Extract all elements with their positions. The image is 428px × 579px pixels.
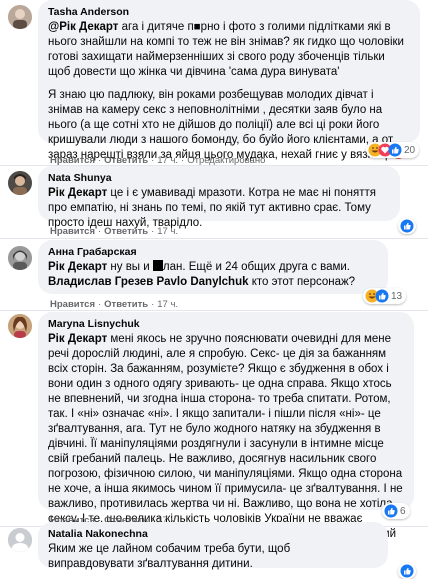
avatar[interactable] xyxy=(8,314,32,338)
divider xyxy=(0,238,428,239)
comment-bubble: Анна Грабарская Рік Декарт ну вы и лан. … xyxy=(38,240,388,294)
comment-author[interactable]: Анна Грабарская xyxy=(48,245,378,259)
like-button[interactable]: Нравится xyxy=(50,226,95,237)
reaction-summary[interactable]: 13 xyxy=(363,288,407,304)
comment-text: Рік Декарт це і є умавиваді мразоти. Кот… xyxy=(48,187,376,229)
like-icon xyxy=(375,289,389,303)
comment-bubble: Nata Shunya Рік Декарт це і є умавиваді … xyxy=(38,166,400,229)
avatar-photo-icon xyxy=(8,314,32,338)
comment-actions: Нравится · Ответить · 17 ч. xyxy=(50,226,179,237)
like-icon xyxy=(400,564,414,578)
avatar-photo-icon xyxy=(8,5,32,29)
avatar[interactable] xyxy=(8,171,32,195)
like-icon xyxy=(384,504,398,518)
reaction-summary[interactable]: 6 xyxy=(382,503,410,519)
mention-link[interactable]: Владислав Грезев Pavlo Danylchuk xyxy=(48,276,249,288)
comment-bubble: Natalia Nakonechna Яким же це лайном соб… xyxy=(38,522,388,570)
comment-bubble: Maryna Lisnychuk Рік Декарт мені якось н… xyxy=(38,312,414,555)
reply-button[interactable]: Ответить xyxy=(104,226,148,237)
avatar[interactable] xyxy=(8,246,32,270)
mention-link[interactable]: Рік Декарт xyxy=(48,333,107,345)
mention-link[interactable]: Рік Декарт xyxy=(48,261,107,273)
default-avatar-icon xyxy=(8,528,32,552)
redacted-word xyxy=(152,260,163,271)
comment-bubble: Tasha Anderson @Рік Декарт ага і дитяче … xyxy=(38,0,420,161)
mention-link[interactable]: @Рік Декарт xyxy=(48,21,118,33)
reaction-count: 13 xyxy=(391,290,403,302)
reaction-summary[interactable] xyxy=(398,563,416,579)
comment-author[interactable]: Natalia Nakonechna xyxy=(48,527,378,541)
comment-author[interactable]: Tasha Anderson xyxy=(48,5,410,19)
mention-link[interactable]: Рік Декарт xyxy=(48,187,107,199)
avatar[interactable] xyxy=(8,5,32,29)
comment-author[interactable]: Maryna Lisnychuk xyxy=(48,317,404,331)
reply-button[interactable]: Ответить xyxy=(104,299,148,310)
comment-text: Рік Декарт ну вы и лан. Ещё и 24 общих д… xyxy=(48,260,356,288)
reaction-summary[interactable]: 20 xyxy=(366,142,420,158)
comment-time[interactable]: 17 ч. xyxy=(157,299,178,310)
comment-time[interactable]: 17 ч. xyxy=(157,226,178,237)
divider xyxy=(0,310,428,311)
like-button[interactable]: Нравится xyxy=(50,299,95,310)
reaction-count: 20 xyxy=(404,144,416,156)
comment-text: @Рік Декарт ага і дитяче п■рно і фото з … xyxy=(48,21,404,161)
like-icon xyxy=(400,219,414,233)
comment-text: Яким же це лайном собачим треба бути, що… xyxy=(48,543,291,570)
reaction-summary[interactable] xyxy=(398,218,416,234)
comment-author[interactable]: Nata Shunya xyxy=(48,171,390,185)
avatar-photo-icon xyxy=(8,246,32,270)
avatar[interactable] xyxy=(8,528,32,552)
like-icon xyxy=(388,143,402,157)
reaction-count: 6 xyxy=(400,505,406,517)
avatar-photo-icon xyxy=(8,171,32,195)
